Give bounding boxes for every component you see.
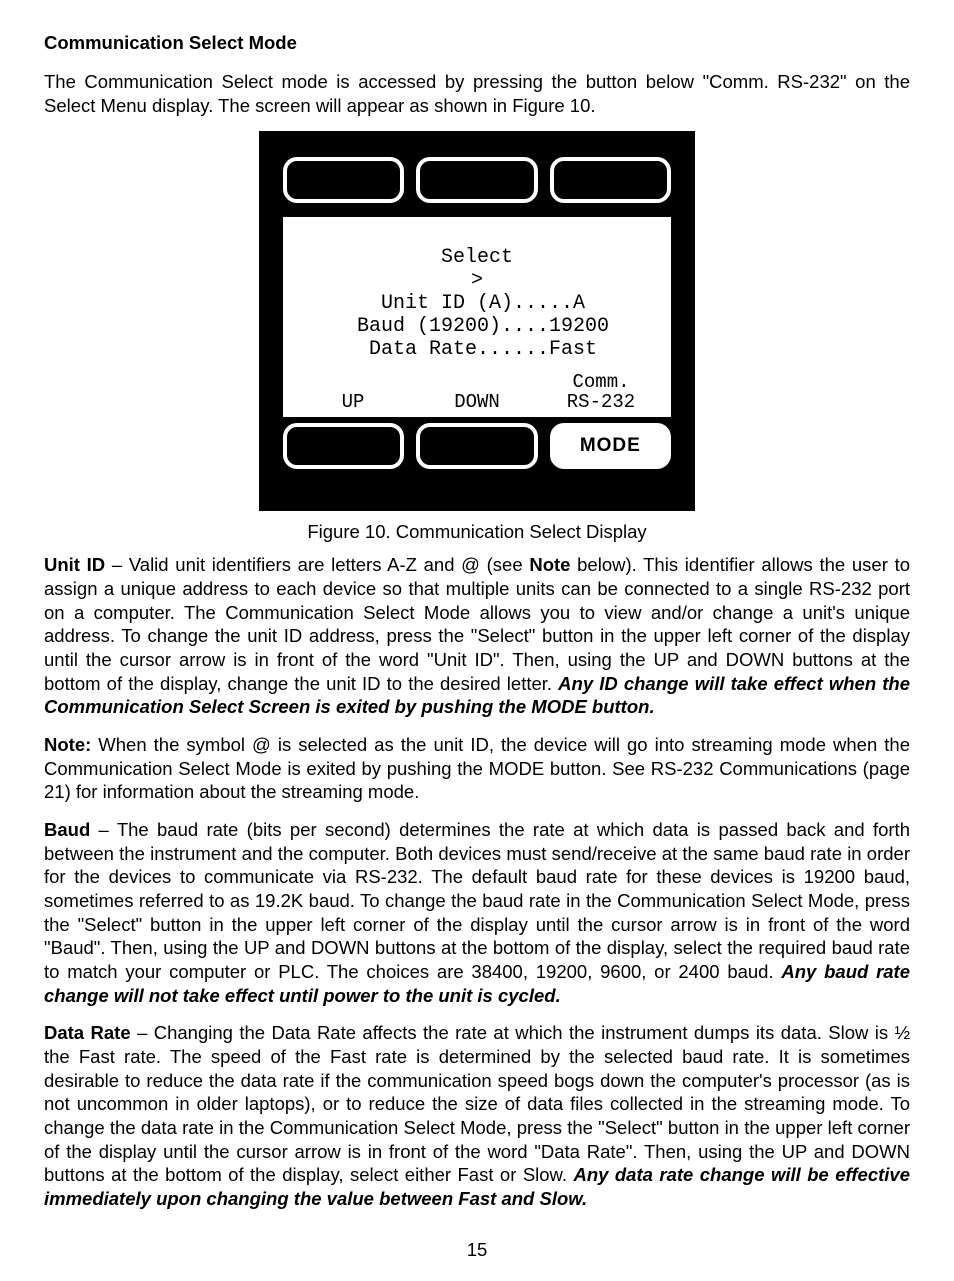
baud-label: Baud [44,819,90,840]
baud-text: – The baud rate (bits per second) determ… [44,819,910,982]
soft-key-labels: UP DOWN Comm.RS-232 [283,373,671,413]
unit-id-label: Unit ID [44,554,105,575]
lcd-screen: Select > Unit ID (A).....A Baud (19200).… [283,217,671,417]
soft-label-down: DOWN [415,373,539,413]
intro-paragraph: The Communication Select mode is accesse… [44,70,910,117]
page: Communication Select Mode The Communicat… [0,0,954,1281]
device-panel: Select > Unit ID (A).....A Baud (19200).… [259,131,695,511]
soft-label-up: UP [291,373,415,413]
data-rate-label: Data Rate [44,1022,131,1043]
lcd-line-3: Data Rate......Fast [357,338,597,361]
soft-label-comm: Comm.RS-232 [539,373,663,413]
figure-caption: Figure 10. Communication Select Display [44,521,910,543]
bottom-button-row: MODE [283,423,671,469]
top-button-3[interactable] [550,157,671,203]
section-heading: Communication Select Mode [44,32,910,54]
lcd-line-1: Unit ID (A).....A [369,292,585,315]
figure-wrapper: Select > Unit ID (A).....A Baud (19200).… [44,131,910,543]
top-button-row [283,157,671,203]
note-label: Note: [44,734,91,755]
note-paragraph: Note: When the symbol @ is selected as t… [44,733,910,804]
unit-id-paragraph: Unit ID – Valid unit identifiers are let… [44,553,910,719]
lcd-line-2: Baud (19200)....19200 [345,315,609,338]
baud-paragraph: Baud – The baud rate (bits per second) d… [44,818,910,1007]
top-button-2[interactable] [416,157,537,203]
lcd-title: Select [441,246,513,269]
unit-id-text-a: – Valid unit identifiers are letters A-Z… [105,554,529,575]
top-button-1[interactable] [283,157,404,203]
bottom-button-1[interactable] [283,423,404,469]
note-text: When the symbol @ is selected as the uni… [44,734,910,802]
data-rate-paragraph: Data Rate – Changing the Data Rate affec… [44,1021,910,1210]
page-number: 15 [44,1239,910,1261]
bottom-button-2[interactable] [416,423,537,469]
unit-id-note-word: Note [529,554,570,575]
lcd-cursor: > [471,269,483,292]
mode-button[interactable]: MODE [550,423,671,469]
data-rate-text: – Changing the Data Rate affects the rat… [44,1022,910,1185]
